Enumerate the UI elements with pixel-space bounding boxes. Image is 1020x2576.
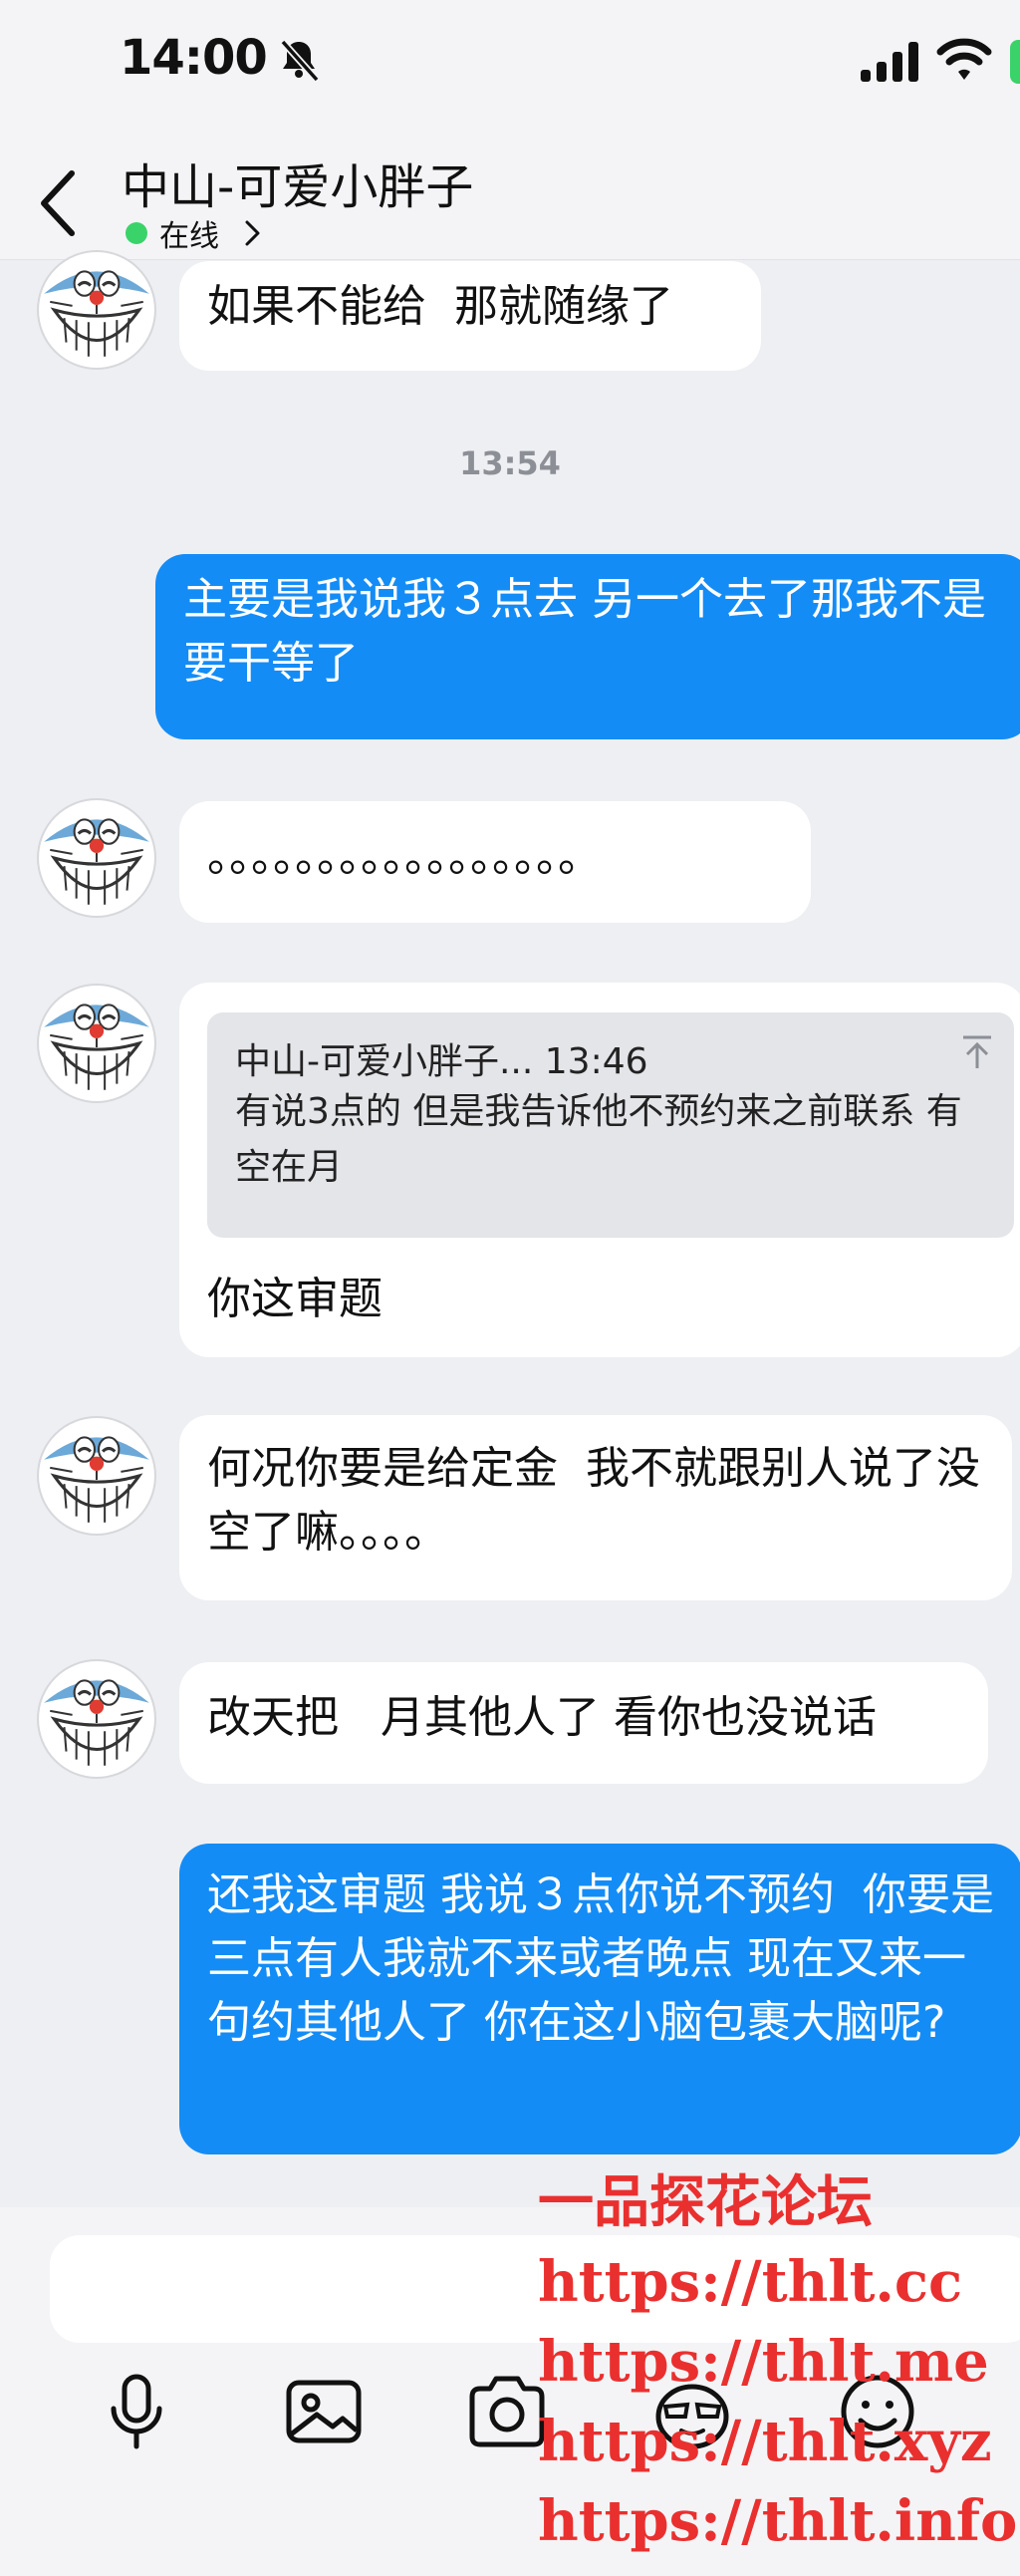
message-text: 主要是我说我３点去 另一个去了那我不是要干等了: [183, 574, 986, 689]
watermark-url: https://thlt.me: [538, 2329, 989, 2395]
chevron-right-icon: [245, 220, 260, 246]
bell-muted-icon: [280, 39, 320, 83]
message-bubble-reply[interactable]: 中山-可爱小胖子... 13:46 有说3点的 但是我告诉他不预约来之前联系 有…: [179, 983, 1020, 1357]
quote-body: 有说3点的 但是我告诉他不预约来之前联系 有空在月: [235, 1091, 962, 1188]
watermark-title: 一品探花论坛: [538, 2169, 873, 2235]
message-bubble[interactable]: 何况你要是给定金 我不就跟别人说了没空了嘛。。。。: [179, 1415, 1012, 1600]
microphone-icon[interactable]: [92, 2367, 181, 2456]
contact-avatar[interactable]: [36, 797, 157, 919]
status-time: 14:00: [120, 30, 268, 86]
message-text: 你这审题: [207, 1274, 382, 1324]
doraemon-avatar-picture: [37, 1659, 156, 1779]
jump-to-quote-icon[interactable]: [960, 1034, 994, 1070]
message-bubble[interactable]: 如果不能给 那就随缘了: [179, 261, 761, 371]
battery-icon: [1010, 40, 1020, 84]
contact-avatar[interactable]: [36, 249, 157, 371]
status-bar: 14:00: [0, 0, 1020, 130]
message-text: 。。。。。。。。。。。。。。。。。: [207, 831, 602, 882]
message-text: 改天把 月其他人了 看你也没说话: [207, 1692, 877, 1743]
image-icon[interactable]: [279, 2367, 369, 2456]
chat-header: 中山-可爱小胖子 在线: [0, 130, 1020, 260]
contact-avatar[interactable]: [36, 1658, 157, 1780]
doraemon-avatar-picture: [37, 984, 156, 1103]
cellular-signal-icon: [861, 42, 918, 82]
back-chevron-icon[interactable]: [38, 167, 78, 239]
contact-avatar[interactable]: [36, 983, 157, 1104]
contact-avatar[interactable]: [36, 1415, 157, 1537]
watermark-url: https://thlt.info: [538, 2488, 1018, 2554]
message-bubble-outgoing[interactable]: 还我这审题 我说３点你说不预约 你要是三点有人我就不来或者晚点 现在又来一句约其…: [179, 1844, 1020, 2154]
timestamp: 13:54: [459, 444, 561, 482]
message-text: 还我这审题 我说３点你说不预约 你要是三点有人我就不来或者晚点 现在又来一句约其…: [207, 1869, 994, 2048]
presence-label: 在线: [159, 219, 219, 254]
watermark: 一品探花论坛 https://thlt.cc https://thlt.me h…: [538, 2162, 1018, 2561]
quoted-message[interactable]: 中山-可爱小胖子... 13:46 有说3点的 但是我告诉他不预约来之前联系 有…: [207, 1012, 1014, 1238]
contact-name[interactable]: 中山-可爱小胖子: [122, 147, 473, 217]
message-text: 何况你要是给定金 我不就跟别人说了没空了嘛。。。。: [207, 1443, 980, 1558]
presence-status[interactable]: 在线: [126, 213, 263, 254]
message-bubble[interactable]: 。。。。。。。。。。。。。。。。。: [179, 801, 811, 923]
doraemon-avatar-picture: [37, 250, 156, 370]
wifi-icon: [936, 38, 992, 80]
online-dot: [126, 222, 147, 244]
doraemon-avatar-picture: [37, 798, 156, 918]
doraemon-avatar-picture: [37, 1416, 156, 1536]
message-bubble-outgoing[interactable]: 主要是我说我３点去 另一个去了那我不是要干等了: [155, 554, 1020, 739]
watermark-url: https://thlt.cc: [538, 2249, 963, 2315]
message-text: 如果不能给 那就随缘了: [207, 281, 673, 332]
watermark-url: https://thlt.xyz: [538, 2409, 992, 2474]
message-bubble[interactable]: 改天把 月其他人了 看你也没说话: [179, 1662, 988, 1784]
